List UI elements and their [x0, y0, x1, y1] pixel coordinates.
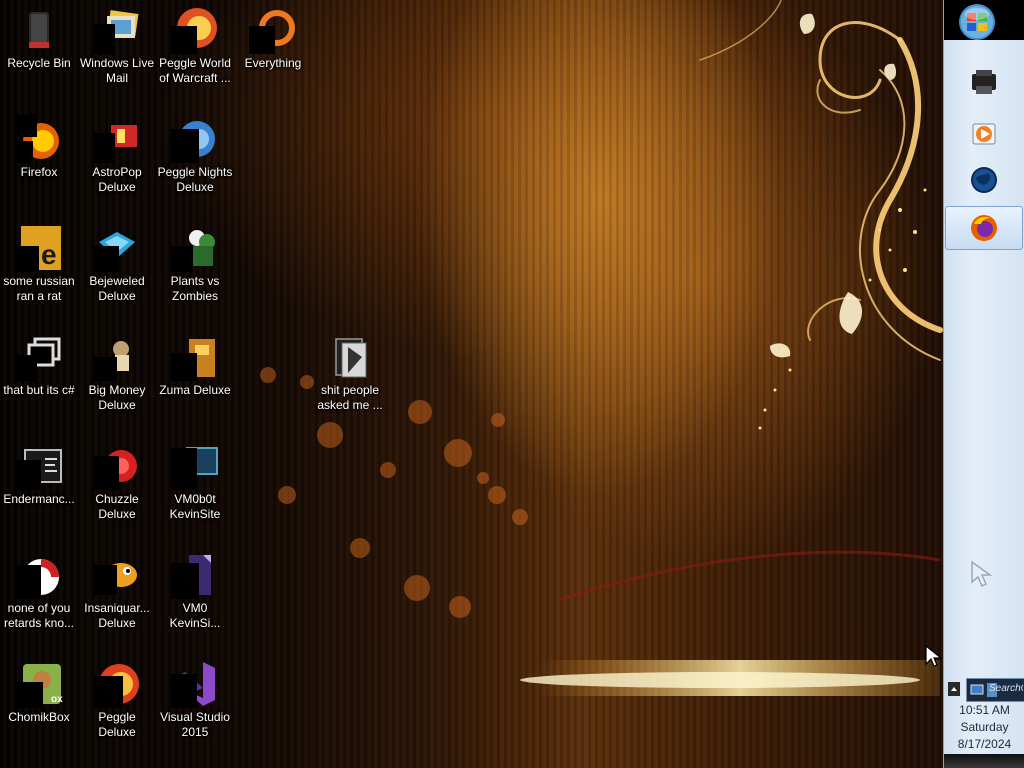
peggle-deluxe-icon: [93, 660, 141, 708]
console-window-icon: [15, 442, 63, 490]
insaniquarium-fish-icon: [93, 551, 141, 599]
taskbar-button-media-player[interactable]: [945, 112, 1023, 156]
desktop-icon-big-money[interactable]: Big Money Deluxe: [78, 329, 156, 413]
desktop-icon-label: Visual Studio 2015: [160, 710, 230, 739]
desktop-icon-insaniquarium[interactable]: Insaniquar... Deluxe: [78, 547, 156, 631]
chomikbox-icon: ox: [15, 660, 63, 708]
taskbar: SearchCo 10:51 AM Saturday 8/17/2024: [943, 0, 1024, 768]
desktop-icon-firefox[interactable]: Firefox: [0, 111, 78, 180]
desktop-folder-shit-people[interactable]: shit people asked me ...: [311, 329, 389, 413]
visual-studio-icon: [171, 660, 219, 708]
desktop-icon-chuzzle[interactable]: Chuzzle Deluxe: [78, 438, 156, 522]
desktop-icon-zuma[interactable]: Zuma Deluxe: [156, 329, 234, 398]
desktop-icon-that-but-its-csharp[interactable]: that but its c#: [0, 329, 78, 398]
media-player-icon: [972, 123, 996, 145]
desktop-icon-label: Firefox: [20, 165, 58, 179]
show-hidden-icons-button[interactable]: [948, 682, 960, 696]
desktop-icon-vm0b0t-kevinsite[interactable]: VM0b0t KevinSite: [156, 438, 234, 522]
desktop-icon-label: some russian ran a rat: [3, 274, 75, 303]
peggle-nights-icon: [171, 115, 219, 163]
zuma-icon: [171, 333, 219, 381]
everything-search-icon: [249, 6, 297, 54]
ghost-cursor-icon: [971, 560, 993, 588]
start-button[interactable]: [952, 2, 1002, 42]
printer-icon: [972, 70, 996, 94]
show-desktop-button[interactable]: [944, 754, 1024, 768]
svg-text:ox: ox: [51, 694, 63, 705]
desktop-icon-label: that but its c#: [3, 383, 75, 397]
desktop-icon-label: Peggle World of Warcraft ...: [159, 56, 231, 85]
desktop-icon-peggle-wow[interactable]: Peggle World of Warcraft ...: [156, 2, 234, 86]
big-money-icon: [93, 333, 141, 381]
astropop-icon: [93, 115, 141, 163]
desktop-icon-some-russian[interactable]: e some russian ran a rat: [0, 220, 78, 304]
peggle-wow-icon: [171, 6, 219, 54]
chevron-up-icon: [948, 682, 960, 696]
taskbar-button-firefox[interactable]: [945, 206, 1023, 250]
desktop-icon-label: AstroPop Deluxe: [92, 165, 142, 194]
desktop-icon-recycle-bin[interactable]: Recycle Bin: [0, 2, 78, 71]
desktop-icon-label: Chuzzle Deluxe: [95, 492, 139, 521]
desktop-icon-peggle-nights[interactable]: Peggle Nights Deluxe: [156, 111, 234, 195]
desktop-icon-plants-vs-zombies[interactable]: Plants vs Zombies: [156, 220, 234, 304]
taskbar-button-printer[interactable]: [945, 60, 1023, 104]
desktop-icon-visual-studio[interactable]: Visual Studio 2015: [156, 656, 234, 740]
firefox-icon: [15, 115, 63, 163]
clock-date: 8/17/2024: [957, 737, 1012, 751]
desktop-icon-label: ChomikBox: [8, 710, 70, 724]
desktop-icon-label: Everything: [244, 56, 302, 70]
desktop-icon-label: Peggle Deluxe: [98, 710, 136, 739]
desktop-icon-label: Peggle Nights Deluxe: [157, 165, 233, 194]
recycle-bin-icon: [15, 6, 63, 54]
clock-day: Saturday: [960, 720, 1009, 734]
red-circle-icon: [15, 551, 63, 599]
desktop-icon-windows-live-mail[interactable]: Windows Live Mail: [78, 2, 156, 86]
clock[interactable]: 10:51 AM Saturday 8/17/2024: [944, 702, 1024, 753]
folder-icon: [326, 333, 374, 381]
svg-text:e: e: [41, 239, 57, 270]
bejeweled-gem-icon: [93, 224, 141, 272]
taskbar-button-globe[interactable]: [945, 158, 1023, 202]
windows-live-mail-icon: [93, 6, 141, 54]
clock-time: 10:51 AM: [959, 703, 1010, 717]
desktop-icon-label: Windows Live Mail: [79, 56, 155, 85]
mouse-cursor-icon: [925, 644, 943, 667]
globe-icon: [971, 167, 997, 193]
notification-area: SearchCo: [944, 674, 1024, 704]
desktop-icon-label: VM0b0t KevinSite: [169, 492, 221, 521]
desktop-icon-label: Bejeweled Deluxe: [89, 274, 145, 303]
desktop-icon-label: shit people asked me ...: [317, 383, 383, 412]
chuzzle-icon: [93, 442, 141, 490]
desktop-icon-none-of-you[interactable]: none of you retards kno...: [0, 547, 78, 631]
desktop-icon-vm0-kevinsi[interactable]: VM0 KevinSi...: [156, 547, 234, 631]
plants-vs-zombies-icon: [171, 224, 219, 272]
desktop-icon-label: Endermanc...: [3, 492, 75, 506]
tray-search-label: SearchCo: [989, 683, 1023, 694]
desktop-icon-label: Recycle Bin: [7, 56, 71, 70]
tray-icons[interactable]: SearchCo: [966, 678, 1024, 702]
shortcut-e-icon: e: [15, 224, 63, 272]
desktop-icon-label: Big Money Deluxe: [88, 383, 146, 412]
windows-stack-icon: [15, 333, 63, 381]
desktop-icon-chomikbox[interactable]: ox ChomikBox: [0, 656, 78, 725]
desktop-icon-label: Zuma Deluxe: [159, 383, 231, 397]
desktop-icon-endermanc[interactable]: Endermanc...: [0, 438, 78, 507]
windows-orb-icon: [959, 4, 995, 40]
desktop-icon-label: VM0 KevinSi...: [169, 601, 221, 630]
desktop-icon-label: none of you retards kno...: [3, 601, 75, 630]
desktop-icon-label: Plants vs Zombies: [170, 274, 220, 303]
vs-file-icon: [171, 551, 219, 599]
desktop-icon-label: Insaniquar... Deluxe: [84, 601, 150, 630]
desktop-icon-bejeweled[interactable]: Bejeweled Deluxe: [78, 220, 156, 304]
desktop-icon-everything[interactable]: Everything: [234, 2, 312, 71]
desktop-icon-peggle-deluxe[interactable]: Peggle Deluxe: [78, 656, 156, 740]
firefox-icon: [971, 215, 997, 241]
desktop-icon-astropop[interactable]: AstroPop Deluxe: [78, 111, 156, 195]
vm-window-icon: [171, 442, 219, 490]
start-area: [944, 0, 1024, 40]
